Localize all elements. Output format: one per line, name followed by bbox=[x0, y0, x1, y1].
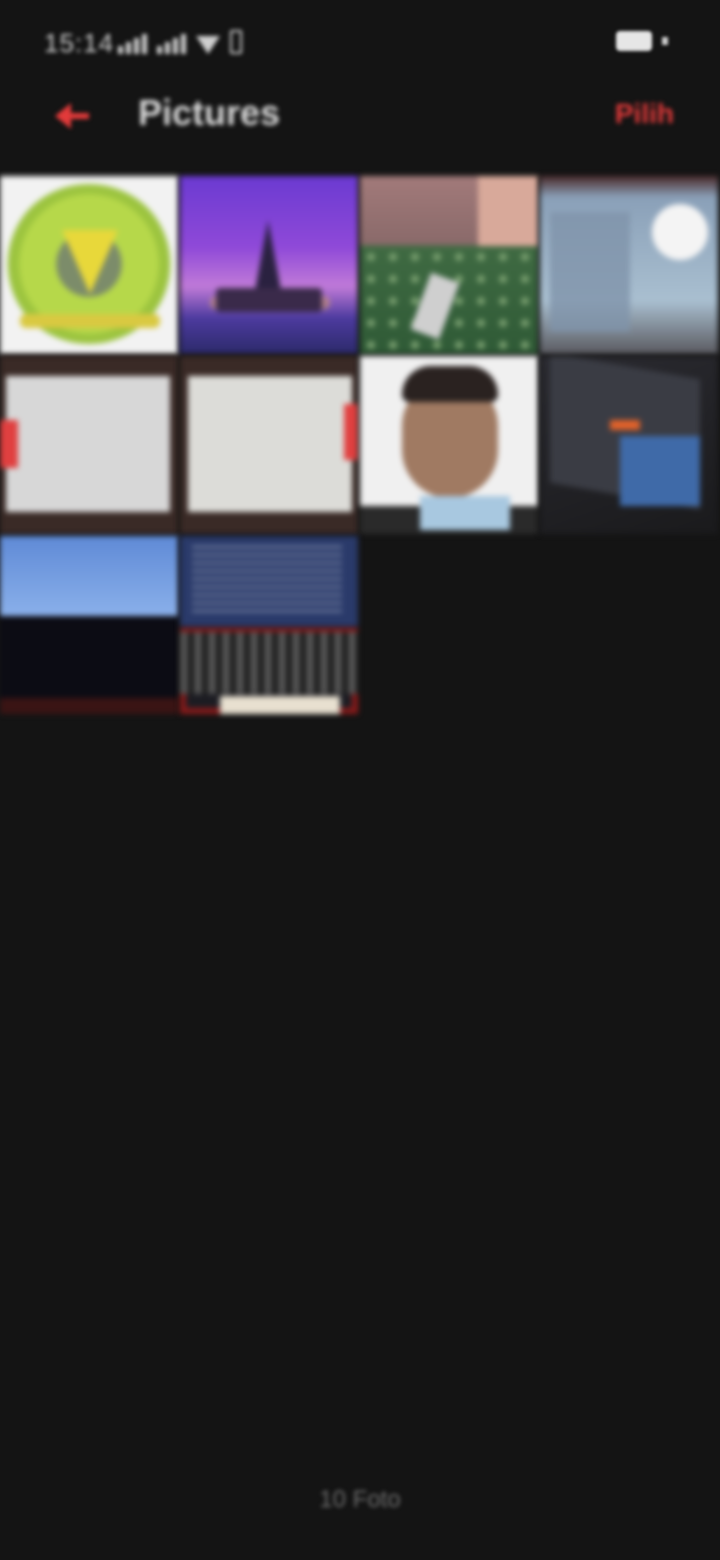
select-button[interactable]: Pilih bbox=[615, 98, 674, 130]
status-icons bbox=[118, 30, 242, 54]
photo-count: 10 Foto bbox=[319, 1486, 401, 1513]
header: Pictures Pilih bbox=[0, 84, 720, 174]
photo-thumbnail[interactable] bbox=[0, 356, 178, 534]
battery-tip bbox=[662, 37, 668, 45]
photo-thumbnail[interactable] bbox=[180, 536, 358, 714]
phone-icon bbox=[230, 30, 242, 54]
photo-thumbnail[interactable] bbox=[0, 176, 178, 354]
back-button[interactable] bbox=[46, 90, 98, 142]
photo-thumbnail[interactable] bbox=[540, 356, 718, 534]
battery-icon bbox=[616, 31, 652, 51]
photo-thumbnail[interactable] bbox=[360, 176, 538, 354]
wifi-icon bbox=[196, 36, 220, 54]
photo-thumbnail[interactable] bbox=[0, 536, 178, 714]
photo-thumbnail[interactable] bbox=[180, 356, 358, 534]
status-bar: 15:14 bbox=[0, 0, 720, 84]
signal-bars-icon bbox=[157, 34, 186, 54]
photo-thumbnail[interactable] bbox=[360, 356, 538, 534]
back-arrow-icon bbox=[55, 103, 89, 129]
photo-grid bbox=[0, 176, 720, 714]
photo-thumbnail[interactable] bbox=[180, 176, 358, 354]
page-title: Pictures bbox=[138, 92, 281, 133]
status-time: 15:14 bbox=[44, 28, 115, 58]
signal-bars-icon bbox=[118, 34, 147, 54]
photo-thumbnail[interactable] bbox=[540, 176, 718, 354]
